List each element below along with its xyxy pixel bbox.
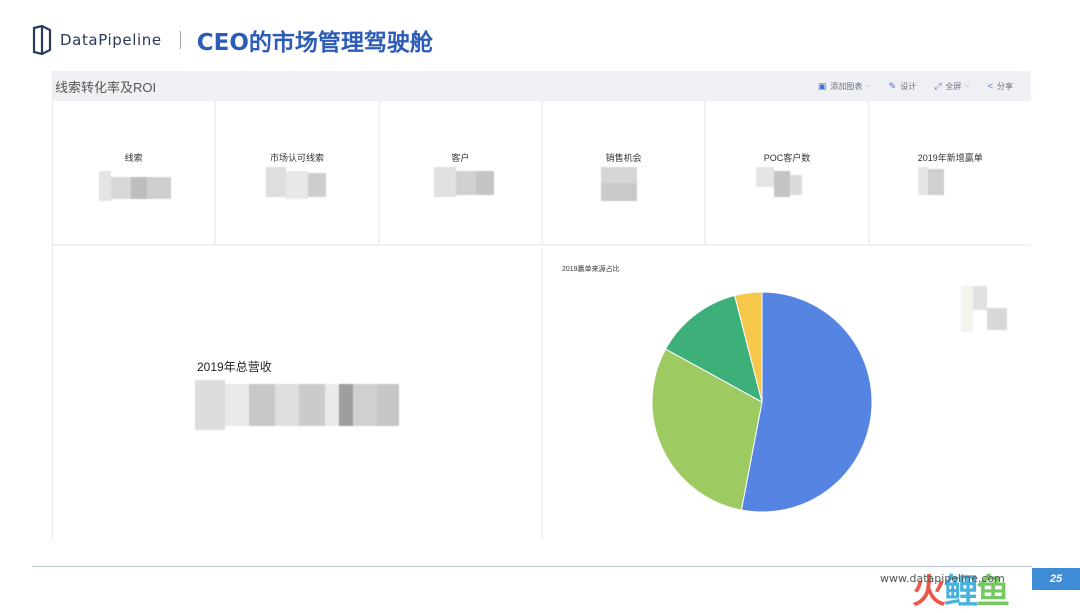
fullscreen-button[interactable]: ⤢ 全屏 ⌵	[934, 81, 970, 92]
kpi-label: POC客户数	[763, 153, 811, 163]
pie-chart	[651, 291, 873, 513]
revenue-card[interactable]: 2019年总营收	[53, 248, 543, 539]
dashboard-panel: 线索转化率及ROI ▣ 添加图表 ⌵ ✎ 设计 ⤢ 全屏 ⌵ < 分享 线索 市…	[52, 71, 1031, 539]
kpi-label: 市场认可线索	[269, 153, 324, 163]
page-title: CEO的市场管理驾驶舱	[196, 30, 433, 56]
add-chart-button[interactable]: ▣ 添加图表 ⌵	[818, 81, 871, 92]
revenue-label: 2019年总营收	[197, 360, 272, 374]
chevron-down-icon: ⌵	[865, 82, 871, 89]
kpi-card-poc-customers[interactable]: POC客户数	[706, 101, 870, 246]
datapipeline-logo-icon	[32, 24, 52, 56]
footer-url: www.datapipeline.com	[880, 572, 1005, 585]
dashboard-title: 线索转化率及ROI	[55, 79, 157, 95]
kpi-label: 线索	[124, 153, 143, 163]
share-icon: <	[987, 81, 993, 91]
header-divider	[179, 31, 181, 49]
redacted-value	[266, 167, 327, 201]
kpi-card-leads[interactable]: 线索	[53, 101, 217, 246]
design-label: 设计	[900, 81, 917, 91]
page-number: 25	[1032, 568, 1080, 590]
kpi-row: 线索 市场认可线索 客户 销售机会 POC客户数 2019年新增赢单	[53, 101, 1031, 246]
redacted-value	[917, 167, 948, 199]
redacted-legend	[961, 286, 1009, 332]
redacted-value	[756, 167, 803, 201]
kpi-card-opportunities[interactable]: 销售机会	[542, 101, 707, 246]
toolbar-actions: ▣ 添加图表 ⌵ ✎ 设计 ⤢ 全屏 ⌵ < 分享	[800, 71, 1013, 101]
kpi-card-new-wins[interactable]: 2019年新增赢单	[869, 101, 1031, 246]
brand-header: DataPipeline CEO的市场管理驾驶舱	[32, 24, 433, 56]
kpi-label: 客户	[451, 153, 470, 163]
kpi-label: 销售机会	[605, 153, 642, 163]
add-chart-icon: ▣	[817, 80, 827, 91]
redacted-value	[433, 167, 494, 199]
win-source-chart-card[interactable]: 2019赢单来源占比	[543, 248, 1031, 539]
footer-divider	[32, 566, 1032, 567]
fullscreen-label: 全屏	[945, 81, 962, 91]
add-chart-label: 添加图表	[830, 81, 863, 91]
redacted-value	[600, 167, 637, 201]
brand-name: DataPipeline	[60, 31, 162, 49]
kpi-card-mql[interactable]: 市场认可线索	[216, 101, 380, 246]
design-icon: ✎	[888, 80, 897, 91]
fullscreen-icon: ⤢	[934, 80, 942, 91]
kpi-card-customers[interactable]: 客户	[379, 101, 543, 246]
share-button[interactable]: < 分享	[988, 81, 1013, 92]
redacted-revenue-value	[195, 380, 399, 430]
share-label: 分享	[997, 81, 1013, 91]
kpi-label: 2019年新增赢单	[917, 153, 983, 163]
chevron-down-icon: ⌵	[964, 82, 970, 89]
redacted-value	[99, 171, 171, 201]
dashboard-toolbar: 线索转化率及ROI ▣ 添加图表 ⌵ ✎ 设计 ⤢ 全屏 ⌵ < 分享	[53, 71, 1031, 101]
design-button[interactable]: ✎ 设计	[889, 81, 917, 92]
